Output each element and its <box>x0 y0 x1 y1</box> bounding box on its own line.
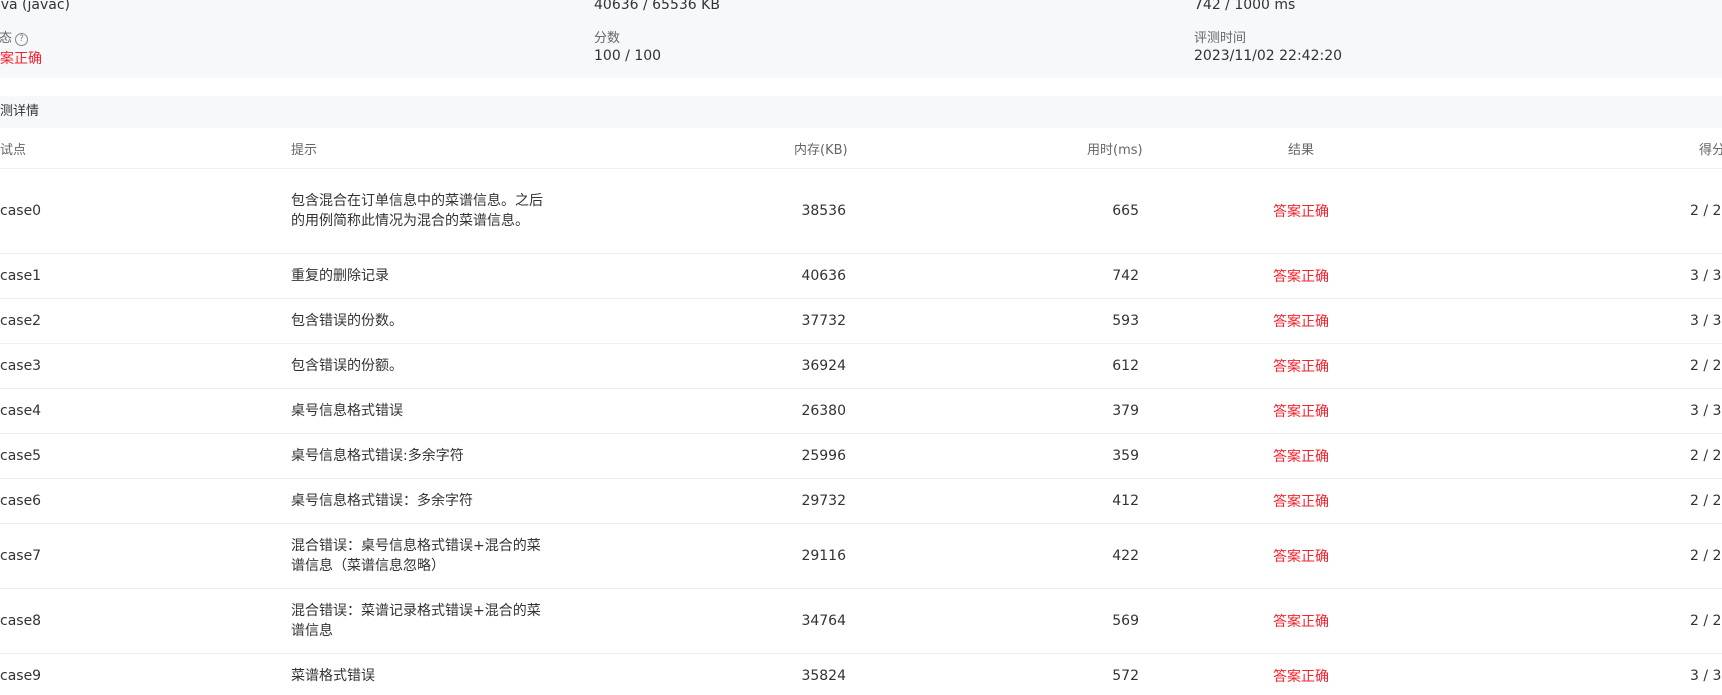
hint-text: 混合错误：菜谱记录格式错误+混合的菜谱信息 <box>291 603 541 639</box>
results-table-header: 测试点 提示 内存(KB) 用时(ms) 结果 得分 <box>0 128 1722 169</box>
judge-details-header: 评测详情 <box>0 96 1722 128</box>
status-label: 状态 <box>0 31 13 46</box>
col-hint: 提示 <box>291 143 318 158</box>
score-cell: 3 / 3 <box>1690 268 1722 284</box>
case-id: case9 <box>0 668 42 684</box>
result-cell: 答案正确 <box>1273 269 1329 285</box>
memory-cell: 36924 <box>801 358 846 374</box>
result-cell: 答案正确 <box>1273 669 1329 685</box>
case-id: case5 <box>0 448 42 464</box>
memory-cell: 29116 <box>801 548 846 564</box>
judge-time-value: 2023/11/02 22:42:20 <box>1194 48 1343 64</box>
table-row: case2 包含错误的份数。 37732 593 答案正确 3 / 3 <box>0 299 1722 344</box>
hint-text: 重复的删除记录 <box>291 268 389 284</box>
col-memory: 内存(KB) <box>794 143 848 158</box>
col-result: 结果 <box>1288 143 1315 158</box>
case-id: case2 <box>0 313 42 329</box>
table-row: case1 重复的删除记录 40636 742 答案正确 3 / 3 <box>0 254 1722 299</box>
table-row: case9 菜谱格式错误 35824 572 答案正确 3 / 3 <box>0 654 1722 695</box>
hint-text: 包含混合在订单信息中的菜谱信息。之后的用例简称此情况为混合的菜谱信息。 <box>291 193 543 229</box>
time-cell: 612 <box>1112 358 1139 374</box>
memory-cell: 35824 <box>801 668 846 684</box>
score-cell: 3 / 3 <box>1690 668 1722 684</box>
col-case: 测试点 <box>0 143 27 158</box>
result-cell: 答案正确 <box>1273 614 1329 630</box>
result-cell: 答案正确 <box>1273 494 1329 510</box>
table-row: case5 桌号信息格式错误:多余字符 25996 359 答案正确 2 / 2 <box>0 434 1722 479</box>
time-cell: 359 <box>1112 448 1139 464</box>
score-cell: 2 / 2 <box>1690 548 1722 564</box>
case-id: case6 <box>0 493 42 509</box>
result-cell: 答案正确 <box>1273 404 1329 420</box>
time-cell: 569 <box>1112 613 1139 629</box>
score-cell: 2 / 2 <box>1690 448 1722 464</box>
result-cell: 答案正确 <box>1273 549 1329 565</box>
submission-summary: Java (javac) 40636 / 65536 KB 742 / 1000… <box>0 0 1722 78</box>
memory-value: 40636 / 65536 KB <box>594 0 720 13</box>
hint-text: 包含错误的份数。 <box>291 313 403 329</box>
hint-text: 桌号信息格式错误：多余字符 <box>291 493 473 509</box>
time-cell: 665 <box>1112 203 1139 219</box>
time-cell: 379 <box>1112 403 1139 419</box>
col-score: 得分 <box>1699 143 1722 158</box>
result-cell: 答案正确 <box>1273 359 1329 375</box>
case-id: case8 <box>0 613 42 629</box>
table-row: case0 包含混合在订单信息中的菜谱信息。之后的用例简称此情况为混合的菜谱信息。… <box>0 169 1722 254</box>
language-value: Java (javac) <box>0 0 70 13</box>
memory-cell: 29732 <box>801 493 846 509</box>
col-time: 用时(ms) <box>1087 143 1143 158</box>
memory-cell: 26380 <box>801 403 846 419</box>
result-cell: 答案正确 <box>1273 449 1329 465</box>
score-cell: 2 / 2 <box>1690 493 1722 509</box>
table-row: case3 包含错误的份额。 36924 612 答案正确 2 / 2 <box>0 344 1722 389</box>
time-cell: 593 <box>1112 313 1139 329</box>
table-row: case4 桌号信息格式错误 26380 379 答案正确 3 / 3 <box>0 389 1722 434</box>
hint-text: 混合错误：桌号信息格式错误+混合的菜谱信息（菜谱信息忽略） <box>291 538 541 574</box>
hint-text: 桌号信息格式错误:多余字符 <box>291 448 464 464</box>
case-id: case0 <box>0 203 42 219</box>
time-cell: 412 <box>1112 493 1139 509</box>
score-cell: 2 / 2 <box>1690 203 1722 219</box>
score-cell: 3 / 3 <box>1690 403 1722 419</box>
table-row: case6 桌号信息格式错误：多余字符 29732 412 答案正确 2 / 2 <box>0 479 1722 524</box>
case-id: case7 <box>0 548 42 564</box>
score-cell: 2 / 2 <box>1690 358 1722 374</box>
score-cell: 3 / 3 <box>1690 313 1722 329</box>
memory-cell: 38536 <box>801 203 846 219</box>
help-icon[interactable]: ? <box>15 33 29 46</box>
case-id: case4 <box>0 403 42 419</box>
memory-cell: 37732 <box>801 313 846 329</box>
case-id: case1 <box>0 268 42 284</box>
time-value: 742 / 1000 ms <box>1194 0 1296 13</box>
memory-cell: 25996 <box>801 448 846 464</box>
judge-time-label: 评测时间 <box>1194 31 1247 46</box>
hint-text: 菜谱格式错误 <box>291 668 375 684</box>
result-cell: 答案正确 <box>1273 204 1329 220</box>
hint-text: 包含错误的份额。 <box>291 358 403 374</box>
memory-cell: 40636 <box>801 268 846 284</box>
judge-details-title: 评测详情 <box>0 104 40 119</box>
case-id: case3 <box>0 358 42 374</box>
time-cell: 742 <box>1112 268 1139 284</box>
status-value: 答案正确 <box>0 51 42 67</box>
score-value: 100 / 100 <box>594 48 662 64</box>
hint-text: 桌号信息格式错误 <box>291 403 403 419</box>
time-cell: 422 <box>1112 548 1139 564</box>
result-cell: 答案正确 <box>1273 314 1329 330</box>
status-label-group: 状态? <box>0 27 29 46</box>
score-cell: 2 / 2 <box>1690 613 1722 629</box>
score-label: 分数 <box>594 31 621 46</box>
table-row: case7 混合错误：桌号信息格式错误+混合的菜谱信息（菜谱信息忽略） 29116 4… <box>0 524 1722 589</box>
time-cell: 572 <box>1112 668 1139 684</box>
memory-cell: 34764 <box>801 613 846 629</box>
table-row: case8 混合错误：菜谱记录格式错误+混合的菜谱信息 34764 569 答案正确 2 … <box>0 589 1722 654</box>
